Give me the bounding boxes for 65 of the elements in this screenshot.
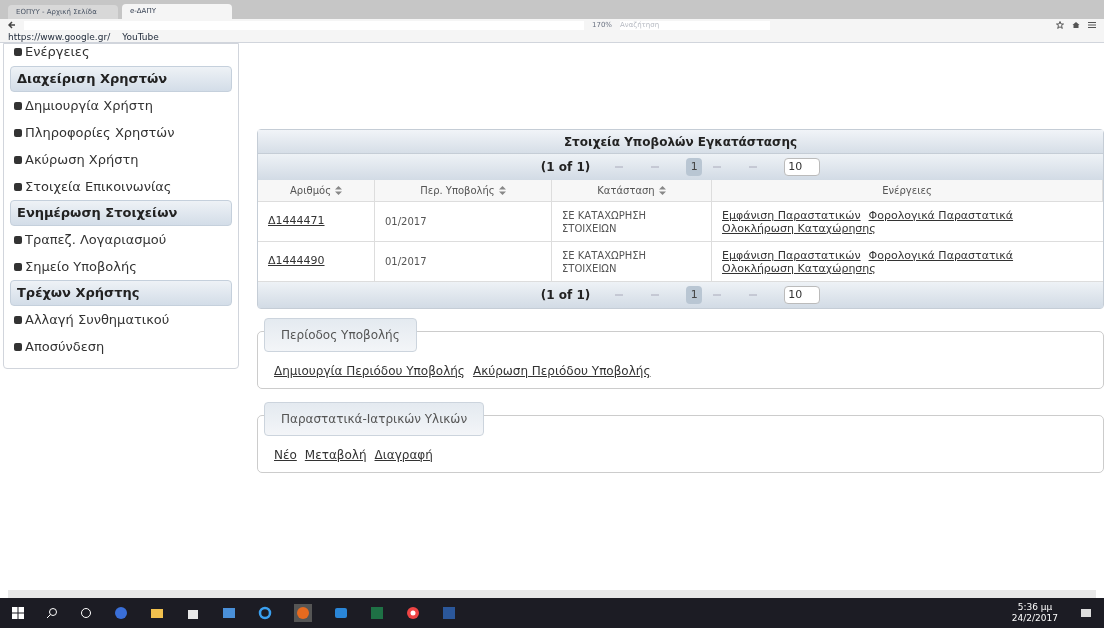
page-size-select[interactable]: 10 — [784, 286, 821, 304]
fieldset-legend: Παραστατικά-Ιατρικών Υλικών — [264, 402, 485, 436]
bullet-icon — [14, 101, 22, 110]
status-cell-text: ΣΕ ΚΑΤΑΧΩΡΗΣΗ ΣΤΟΙΧΕΙΩΝ — [562, 208, 648, 235]
table-cell-text: 01/2017 — [385, 255, 427, 269]
bullet-icon — [14, 48, 22, 56]
windows-logo-icon[interactable] — [12, 607, 24, 619]
fieldset-legend: Περίοδος Υποβολής — [264, 318, 417, 352]
sidebar-link[interactable]: Ενέργειες — [25, 42, 90, 62]
clock-date: 24/2/2017 — [1011, 613, 1058, 624]
sidebar-link[interactable]: Δημιουργία Χρήστη — [25, 95, 154, 116]
bullet-icon — [14, 235, 22, 244]
record-number-link[interactable]: Δ1444471 — [268, 213, 325, 230]
action-link[interactable]: Μεταβολή — [304, 446, 367, 464]
page-summary: (1 of 1) — [540, 159, 591, 176]
address-field[interactable] — [24, 20, 584, 30]
action-link[interactable]: Νέο — [274, 446, 297, 464]
home-icon[interactable] — [1072, 21, 1080, 29]
bullet-icon — [14, 262, 22, 271]
sort-icon[interactable] — [335, 186, 342, 195]
status-cell-text: ΣΕ ΚΑΤΑΧΩΡΗΣΗ ΣΤΟΙΧΕΙΩΝ — [562, 248, 648, 275]
sidebar-link[interactable]: Τραπεζ. Λογαριασμού — [25, 229, 167, 250]
section-header: Ενημέρωση Στοιχείων — [10, 200, 232, 226]
page-summary: (1 of 1) — [540, 287, 591, 304]
page-button[interactable]: 1 — [686, 158, 703, 176]
record-number-link[interactable]: Δ1444490 — [268, 253, 325, 270]
page-size-select[interactable]: 10 — [784, 158, 821, 176]
bookmark-link[interactable]: YouTube — [122, 31, 159, 42]
column-header[interactable]: Ενέργειες — [882, 183, 932, 198]
sidebar-link[interactable]: Ακύρωση Χρήστη — [25, 149, 139, 170]
sidebar-link[interactable]: Αλλαγή Συνθηματικού — [25, 309, 170, 330]
action-link[interactable]: Φορολογικά Παραστατικά — [868, 208, 1014, 222]
search-icon[interactable] — [46, 607, 58, 619]
back-arrow-icon[interactable] — [8, 21, 16, 29]
sidebar-link[interactable]: Πληροφορίες Χρηστών — [25, 122, 175, 143]
page-button[interactable]: 1 — [686, 286, 703, 304]
record-icon[interactable] — [406, 606, 420, 620]
action-link[interactable]: Ολοκλήρωση Καταχώρησης — [722, 261, 876, 275]
action-link[interactable]: Διαγραφή — [374, 446, 433, 464]
bookmark-link[interactable]: https://www.google.gr/ — [8, 31, 111, 42]
bullet-icon — [14, 342, 22, 351]
horizontal-scrollbar[interactable] — [8, 590, 1096, 598]
action-link[interactable]: Ολοκλήρωση Καταχώρησης — [722, 221, 876, 235]
sort-icon[interactable] — [498, 186, 506, 195]
circle-icon[interactable] — [80, 607, 92, 619]
star-icon[interactable] — [1056, 21, 1064, 29]
clock-time: 5:36 μμ — [1017, 602, 1053, 613]
bullet-icon — [14, 182, 22, 191]
bullet-icon — [14, 128, 22, 137]
action-link[interactable]: Δημιουργία Περιόδου Υποβολής — [274, 362, 465, 380]
action-link[interactable]: Εμφάνιση Παραστατικών — [722, 208, 861, 222]
table-title: Στοιχεία Υποβολών Εγκατάστασης — [258, 130, 1103, 154]
menu-icon[interactable] — [1088, 21, 1096, 29]
action-link[interactable]: Φορολογικά Παραστατικά — [868, 248, 1014, 262]
sidebar-link[interactable]: Στοιχεία Επικοινωνίας — [25, 176, 172, 197]
section-header: Διαχείριση Χρηστών — [10, 66, 232, 92]
action-link[interactable]: Εμφάνιση Παραστατικών — [722, 248, 861, 262]
action-link[interactable]: Ακύρωση Περιόδου Υποβολής — [472, 362, 651, 380]
sort-icon[interactable] — [658, 186, 666, 195]
bullet-icon — [14, 155, 22, 164]
table-cell-text: 01/2017 — [385, 215, 427, 229]
section-header: Τρέχων Χρήστης — [10, 280, 232, 306]
sidebar-link[interactable]: Αποσύνδεση — [25, 336, 105, 357]
bullet-icon — [14, 315, 22, 324]
sidebar-link[interactable]: Σημείο Υποβολής — [25, 256, 137, 277]
